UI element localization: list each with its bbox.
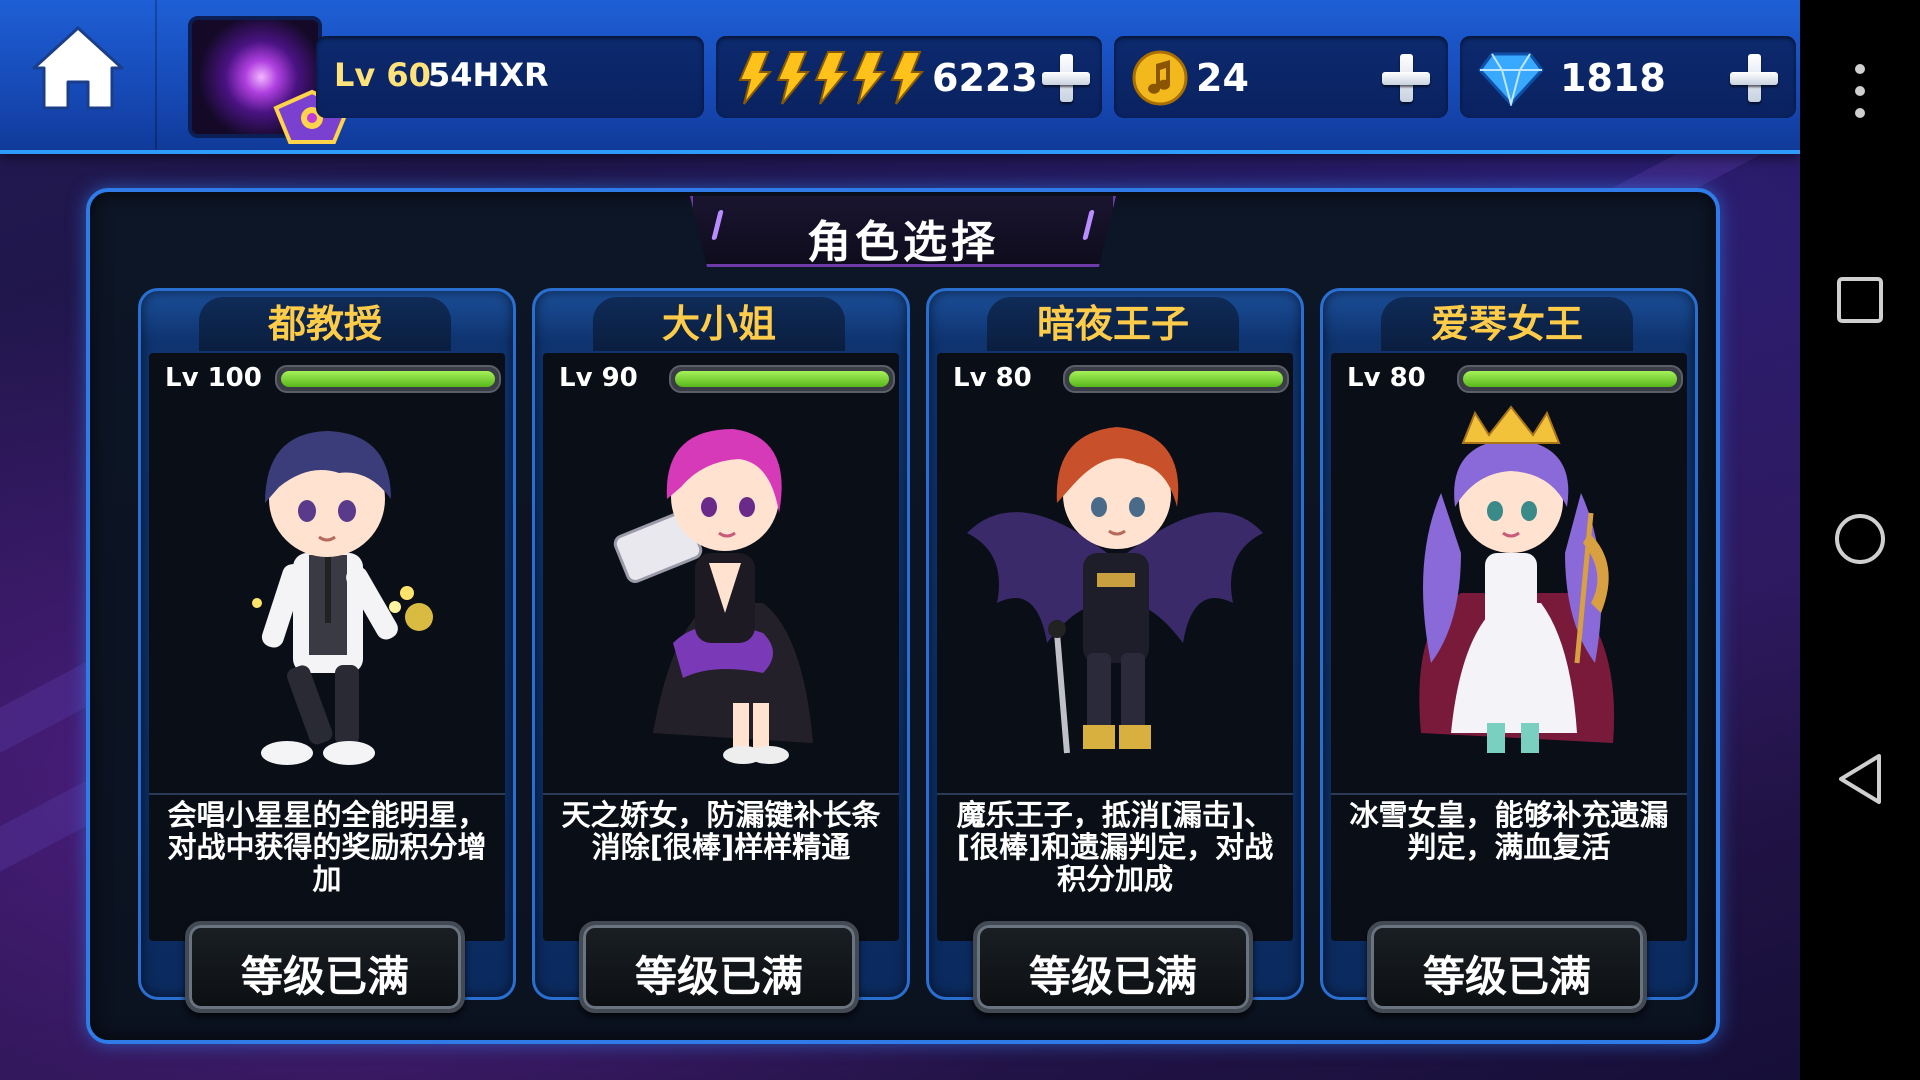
player-info: Lv 60 54HXR [316, 36, 704, 118]
circle-icon [1835, 514, 1885, 564]
recent-apps-button[interactable] [1800, 276, 1920, 324]
add-coins-button[interactable] [1378, 50, 1434, 106]
character-level: Lv 80 [1347, 363, 1426, 393]
level-max-button[interactable]: 等级已满 [579, 921, 859, 1013]
energy-counter: 6223 [716, 36, 1102, 118]
panel-title: 角色选择 [807, 217, 999, 268]
character-description: 天之娇女，防漏键补长条消除[很棒]样样精通 [561, 798, 881, 864]
panel-title-plate: 角色选择 [690, 196, 1116, 267]
back-button[interactable] [1800, 752, 1920, 806]
character-description: 魔乐王子，抵消[漏击]、[很棒]和遗漏判定，对战积分加成 [956, 798, 1274, 896]
level-max-button[interactable]: 等级已满 [973, 921, 1253, 1013]
level-progress-bar [1457, 365, 1683, 393]
overflow-menu-button[interactable] [1800, 62, 1920, 120]
music-note-coin-icon [1132, 50, 1188, 106]
player-level: Lv 60 [334, 56, 431, 94]
character-portrait [967, 427, 1263, 754]
gems-value: 1818 [1560, 56, 1666, 100]
character-name: 都教授 [199, 297, 451, 351]
top-bar: Lv 60 54HXR 6223 24 1818 [0, 0, 1800, 154]
character-level: Lv 80 [953, 363, 1032, 393]
character-portrait [1419, 405, 1615, 753]
back-triangle-icon [1839, 754, 1881, 804]
level-max-button[interactable]: 等级已满 [185, 921, 465, 1013]
coins-value: 24 [1196, 56, 1249, 100]
character-portrait [252, 431, 433, 765]
add-gems-button[interactable] [1726, 50, 1782, 106]
character-level: Lv 100 [165, 363, 262, 393]
player-name: 54HXR [428, 56, 549, 94]
character-level: Lv 90 [559, 363, 638, 393]
character-card-2[interactable]: 大小姐 Lv 90 天之娇女，防漏键补长条消除[很棒]样样精通 等级已满 [532, 288, 910, 1013]
character-card-3[interactable]: 暗夜王子 Lv 80 魔乐王子，抵消[漏击]、[很棒]和遗漏判定，对战积分加成 … [926, 288, 1304, 1013]
home-nav-button[interactable] [1800, 512, 1920, 566]
level-progress-bar [669, 365, 895, 393]
character-description: 冰雪女皇，能够补充遗漏判定，满血复活 [1349, 798, 1669, 864]
home-icon [32, 26, 124, 110]
more-vertical-icon [1855, 64, 1865, 118]
add-energy-button[interactable] [1038, 50, 1094, 106]
level-max-label: 等级已满 [1422, 952, 1591, 1001]
lightning-bolt-icon [738, 51, 925, 105]
character-name: 大小姐 [593, 297, 845, 351]
blue-diamond-icon [1478, 52, 1544, 106]
character-name: 暗夜王子 [987, 297, 1239, 351]
coins-counter: 24 [1114, 36, 1448, 118]
gems-counter: 1818 [1460, 36, 1796, 118]
level-progress-bar [275, 365, 501, 393]
character-card-1[interactable]: 都教授 Lv 100 会唱小星星的全能明星，对战中获得的奖励积分增加 等级已满 [138, 288, 516, 1013]
level-max-label: 等级已满 [1028, 952, 1197, 1001]
level-max-button[interactable]: 等级已满 [1367, 921, 1647, 1013]
android-nav-bar [1800, 0, 1920, 1080]
character-description: 会唱小星星的全能明星，对战中获得的奖励积分增加 [167, 798, 487, 896]
square-icon [1837, 277, 1883, 323]
character-card-4[interactable]: 爱琴女王 Lv 80 冰雪女皇，能够补充遗漏判定，满血复活 等级已满 [1320, 288, 1698, 1013]
character-name: 爱琴女王 [1381, 297, 1633, 351]
level-progress-bar [1063, 365, 1289, 393]
home-button[interactable] [0, 0, 157, 150]
energy-value: 6223 [932, 56, 1038, 100]
character-portrait [613, 429, 813, 764]
level-max-label: 等级已满 [634, 952, 803, 1001]
level-max-label: 等级已满 [240, 952, 409, 1001]
